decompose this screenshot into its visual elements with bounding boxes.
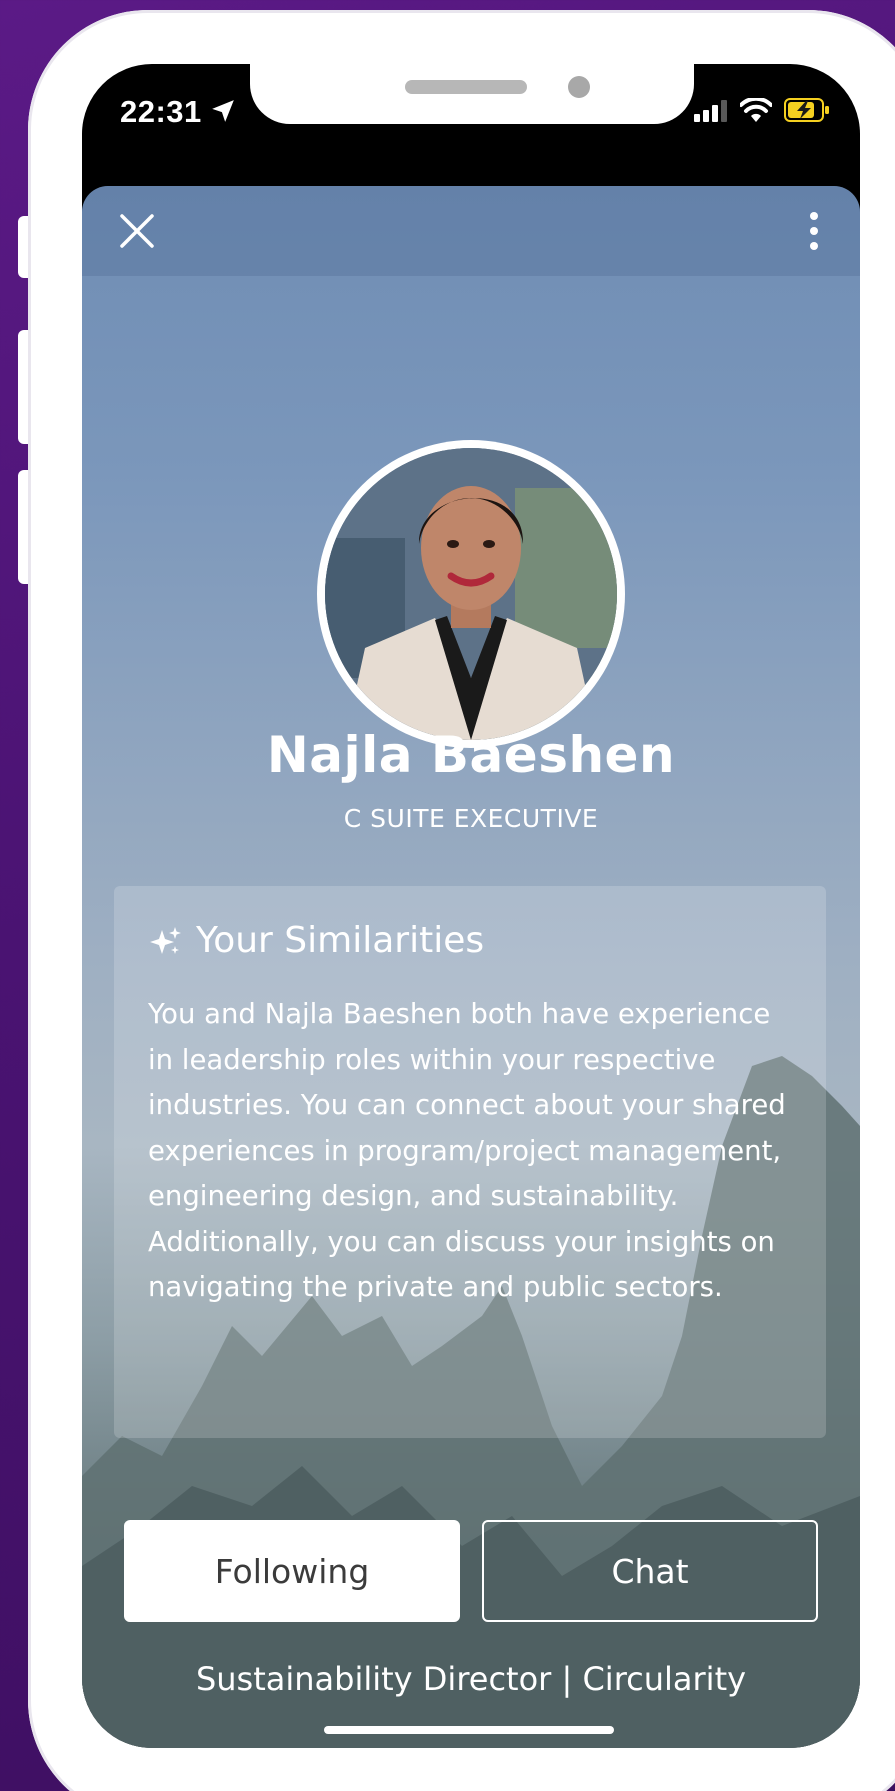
similarities-title-row: Your Similarities xyxy=(148,920,484,961)
similarities-title: Your Similarities xyxy=(196,920,485,961)
profile-headline: Sustainability Director | Circularity xyxy=(195,1660,747,1698)
sparkles-icon xyxy=(150,926,181,954)
more-options-icon[interactable] xyxy=(804,210,824,252)
profile-photo xyxy=(325,448,617,740)
notch xyxy=(250,64,694,124)
location-arrow-icon xyxy=(212,100,234,122)
status-time: 22:31 xyxy=(120,94,202,129)
wifi-icon xyxy=(740,98,772,122)
chat-button[interactable]: Chat xyxy=(482,1520,818,1622)
profile-name: Najla Baeshen xyxy=(266,726,676,784)
status-bar: 22:31 xyxy=(82,64,860,184)
profile-sheet: Najla Baeshen C SUITE EXECUTIVE Your Sim… xyxy=(82,186,860,1748)
home-indicator[interactable] xyxy=(324,1726,614,1734)
cellular-signal-icon xyxy=(694,100,727,122)
avatar xyxy=(325,448,617,740)
speaker-grille xyxy=(405,80,527,94)
following-button[interactable]: Following xyxy=(124,1520,460,1622)
battery-charging-icon xyxy=(784,98,829,122)
status-icons xyxy=(694,98,830,122)
phone-screen: 22:31 Najla Baeshen C SUITE EXECUTIVE Yo… xyxy=(82,64,860,1748)
similarities-text: You and Najla Baeshen both have experien… xyxy=(148,998,786,1303)
avatar-ring xyxy=(317,440,625,748)
front-camera xyxy=(568,76,590,98)
close-button[interactable] xyxy=(118,212,156,250)
similarities-card: Your Similarities You and Najla Baeshen … xyxy=(114,886,826,1438)
profile-role: C SUITE EXECUTIVE xyxy=(343,804,599,833)
sheet-header xyxy=(82,186,860,276)
